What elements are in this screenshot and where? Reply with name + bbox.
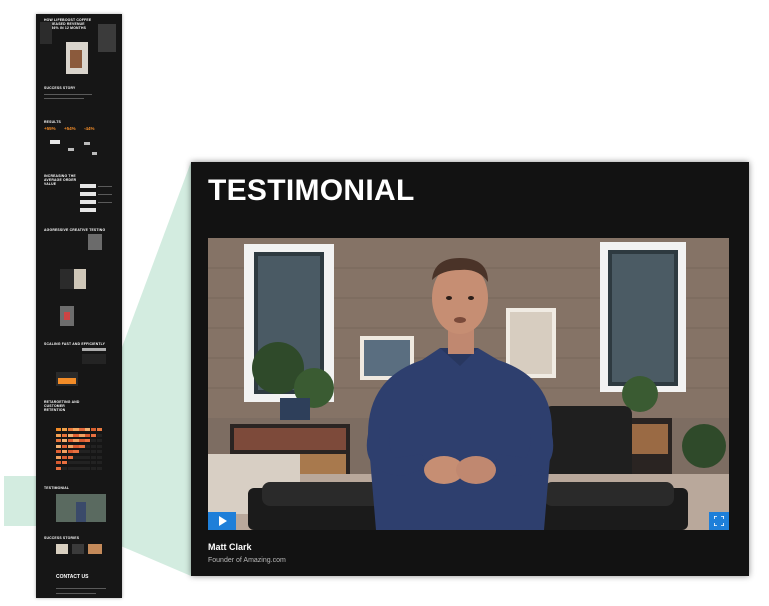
testimonial-video[interactable] xyxy=(208,238,729,530)
thumb-section-title: RETARGETING AND CUSTOMER RETENTION xyxy=(44,400,80,412)
thumb-stat: -44% xyxy=(84,126,95,131)
thumb-hero-left xyxy=(40,22,52,44)
thumb-section-title: TESTIMONIAL xyxy=(44,486,70,490)
fullscreen-icon xyxy=(714,516,724,526)
thumb-section-title: AGGRESSIVE CREATIVE TESTING xyxy=(44,228,106,232)
play-button[interactable] xyxy=(208,512,236,530)
testimonial-role: Founder of Amazing.com xyxy=(208,557,286,564)
thumb-stat: +54% xyxy=(64,126,76,131)
testimonial-panel: TESTIMONIAL Matt Clark Founder of Amazin… xyxy=(191,162,749,576)
thumb-section-title: RESULTS xyxy=(44,120,61,124)
thumb-contact: CONTACT US xyxy=(56,574,89,580)
thumb-section-title: SUCCESS STORIES xyxy=(44,536,80,540)
thumb-stat: +55% xyxy=(44,126,56,131)
video-frame xyxy=(208,238,729,530)
thumb-heatmap xyxy=(56,428,102,472)
thumb-section-title: SUCCESS STORY xyxy=(44,86,76,90)
thumb-product xyxy=(70,50,82,68)
thumb-section-title: INCREASING THE AVERAGE ORDER VALUE xyxy=(44,174,77,186)
panel-title: TESTIMONIAL xyxy=(208,174,415,207)
testimonial-name: Matt Clark xyxy=(208,542,252,552)
thumb-hero-right xyxy=(98,24,116,52)
page-thumbnail[interactable]: HOW LIFEBOOST COFFEE INCREASED REVENUE 1… xyxy=(36,14,122,598)
play-icon xyxy=(218,516,227,526)
fullscreen-button[interactable] xyxy=(709,512,729,530)
thumb-section-title: SCALING FAST AND EFFICIENTLY xyxy=(44,342,106,346)
